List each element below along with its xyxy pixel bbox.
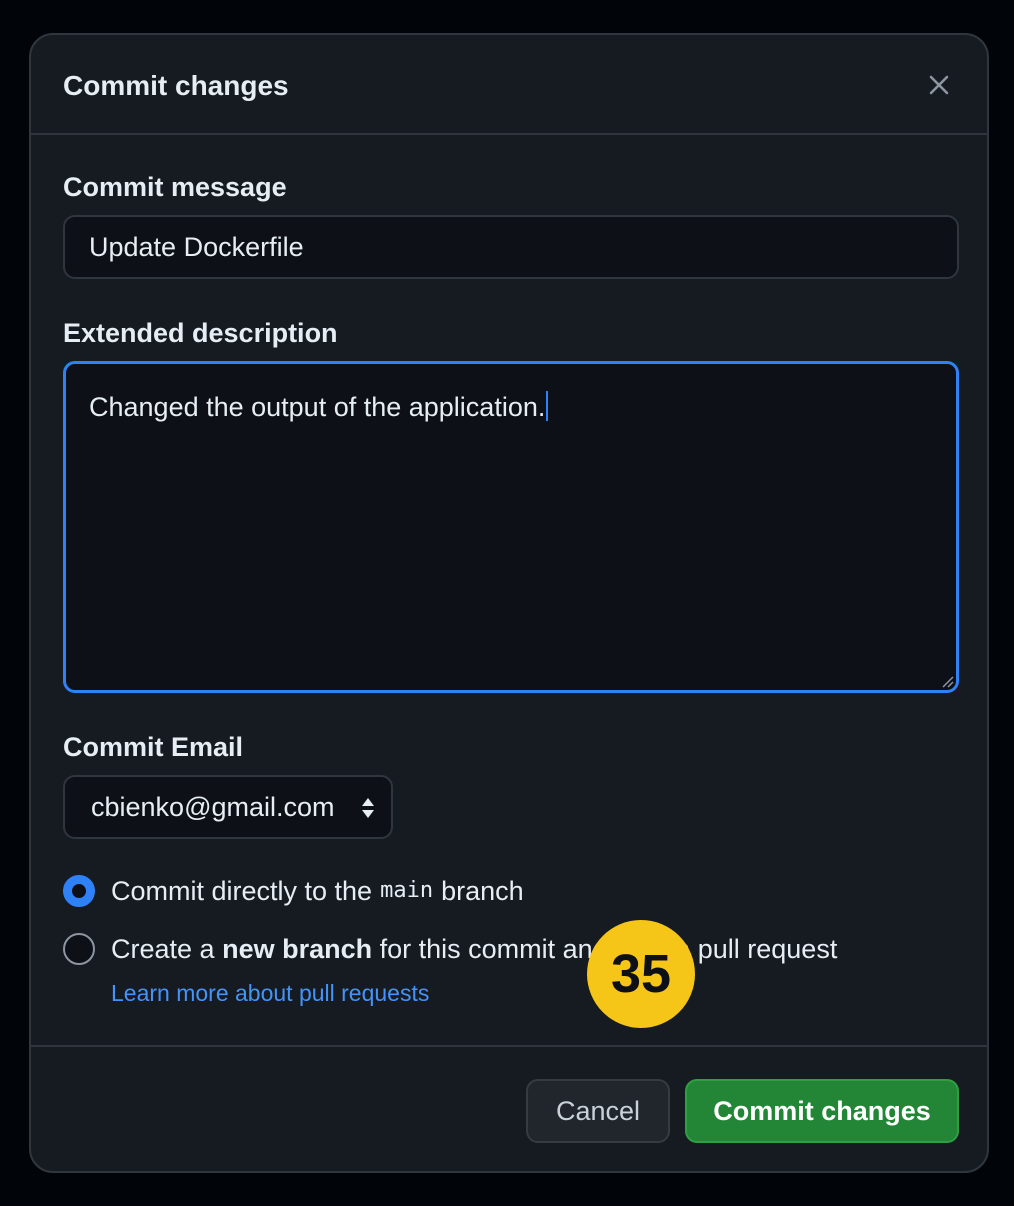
learn-more-link[interactable]: Learn more about pull requests [111, 980, 429, 1007]
description-text: Changed the output of the application. [89, 392, 546, 422]
option-new-bold: new branch [222, 934, 373, 964]
radio-commit-direct[interactable] [63, 875, 95, 907]
option-commit-direct[interactable]: Commit directly to the main branch [63, 874, 524, 908]
cancel-button[interactable]: Cancel [526, 1079, 670, 1143]
dialog-header: Commit changes [31, 35, 987, 135]
resize-grip-icon[interactable] [940, 674, 954, 688]
option-new-branch[interactable]: Create a new branch for this commit and … [63, 932, 837, 966]
text-caret [546, 391, 549, 421]
dialog-footer: Cancel Commit changes [31, 1045, 987, 1173]
close-icon [929, 75, 949, 95]
commit-email-label: Commit Email [63, 732, 244, 762]
commit-dialog: Commit changes Commit message Update Doc… [29, 33, 989, 1173]
extended-description-textarea[interactable]: Changed the output of the application. [63, 361, 959, 693]
option-direct-prefix: Commit directly to the [111, 876, 373, 906]
commit-email-select[interactable]: cbienko@gmail.com [63, 775, 393, 839]
commit-message-input[interactable]: Update Dockerfile [63, 215, 959, 279]
extended-description-label: Extended description [63, 318, 338, 348]
option-new-prefix: Create a [111, 934, 215, 964]
commit-email-value: cbienko@gmail.com [91, 792, 335, 822]
commit-message-label: Commit message [63, 172, 287, 202]
branch-name: main [380, 878, 434, 903]
close-button[interactable] [919, 65, 959, 105]
option-direct-suffix: branch [441, 876, 524, 906]
step-number-badge: 35 [587, 920, 695, 1028]
radio-new-branch[interactable] [63, 933, 95, 965]
commit-changes-button[interactable]: Commit changes [685, 1079, 959, 1143]
select-arrows-icon [362, 798, 374, 818]
dialog-title: Commit changes [63, 70, 289, 101]
